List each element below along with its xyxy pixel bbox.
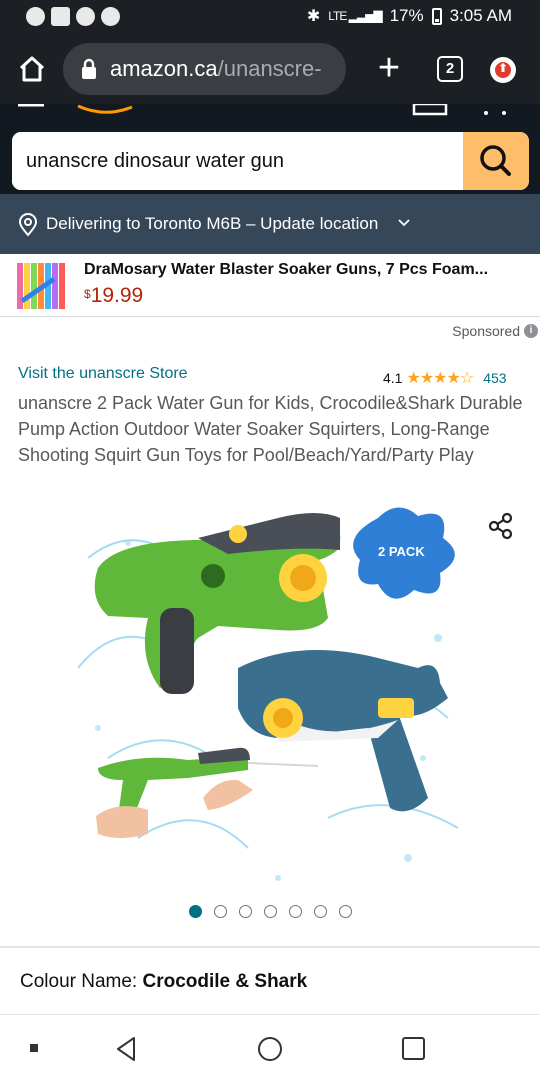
clock: 3:05 AM — [449, 6, 512, 25]
info-icon: i — [524, 324, 538, 338]
section-divider — [0, 1014, 540, 1015]
carousel-dot-4[interactable] — [264, 905, 277, 918]
recent-apps-icon[interactable] — [402, 1037, 425, 1060]
share-icon — [488, 512, 513, 540]
tab-switcher-button[interactable]: 2 — [437, 56, 463, 82]
rating-count: 453 — [483, 370, 507, 386]
header-peek-icons — [18, 104, 506, 116]
product-title: unanscre 2 Pack Water Gun for Kids, Croc… — [18, 393, 523, 465]
search-icon — [480, 145, 511, 176]
banner-product-price: $19.99 — [84, 284, 144, 307]
rating-value: 4.1 — [383, 370, 403, 386]
carousel-dot-2[interactable] — [214, 905, 227, 918]
url-text: amazon.ca/unanscre- — [110, 56, 322, 81]
android-nav-bar — [0, 1018, 540, 1080]
home-icon — [19, 56, 45, 82]
banner-product-thumbnail — [14, 257, 70, 313]
search-button[interactable] — [463, 132, 529, 190]
carousel-dot-7[interactable] — [339, 905, 352, 918]
chrome-update-button[interactable]: ⬆ — [490, 57, 516, 83]
nav-dot-icon — [30, 1044, 38, 1052]
carousel-dot-3[interactable] — [239, 905, 252, 918]
section-divider — [0, 946, 540, 948]
sponsored-label[interactable]: Sponsored i — [452, 323, 538, 339]
chevron-down-icon — [398, 219, 410, 227]
facebook-icon — [26, 7, 45, 26]
bluetooth-icon: ✱ — [306, 8, 321, 25]
carousel-dot-5[interactable] — [289, 905, 302, 918]
colour-value: Crocodile & Shark — [142, 971, 308, 992]
image-carousel-indicator — [189, 905, 352, 918]
two-pack-badge: 2 PACK — [378, 544, 425, 559]
banner-product-title: DraMosary Water Blaster Soaker Guns, 7 P… — [84, 261, 489, 278]
product-rating[interactable]: 4.1 ★★★★☆ 453 — [383, 368, 507, 388]
minus-circle-icon — [101, 7, 120, 26]
status-bar: ✱ LTE ▂▃▅▇ 17% 3:05 AM — [0, 0, 540, 34]
plus-icon: + — [377, 47, 401, 89]
notification-icons — [26, 7, 120, 26]
colour-label: Colour Name: — [20, 971, 138, 992]
visit-store-link[interactable]: Visit the unanscre Store — [18, 365, 188, 383]
carousel-dot-6[interactable] — [314, 905, 327, 918]
water-gun-illustration: 2 PACK — [77, 507, 459, 881]
delivery-location-bar[interactable]: Delivering to Toronto M6B – Update locat… — [0, 194, 540, 254]
star-rating-icon: ★★★★☆ — [406, 370, 474, 387]
lte-signal-icon: LTE ▂▃▅▇ — [328, 9, 382, 23]
product-image[interactable]: 2 PACK — [77, 498, 464, 882]
url-bar[interactable]: amazon.ca/unanscre- — [63, 43, 346, 95]
share-button[interactable] — [486, 511, 516, 541]
lock-icon — [82, 58, 96, 79]
delivery-text: Delivering to Toronto M6B – Update locat… — [46, 214, 379, 233]
gallery-icon — [51, 7, 70, 26]
carousel-dot-1[interactable] — [189, 905, 202, 918]
search-bar — [12, 132, 529, 190]
location-pin-icon — [18, 213, 38, 237]
phone-icon — [76, 7, 95, 26]
home-button[interactable] — [14, 51, 50, 87]
amazon-header — [0, 104, 540, 194]
browser-toolbar: amazon.ca/unanscre- + 2 ⬆ — [0, 34, 540, 104]
sponsored-product-banner[interactable]: DraMosary Water Blaster Soaker Guns, 7 P… — [0, 254, 540, 317]
search-input[interactable] — [12, 132, 462, 190]
battery-percent: 17% — [389, 6, 424, 25]
colour-variant-selector[interactable]: Colour Name: Crocodile & Shark — [20, 971, 307, 993]
back-icon[interactable] — [114, 1036, 138, 1062]
home-nav-icon[interactable] — [258, 1037, 282, 1061]
arrow-up-icon: ⬆ — [497, 61, 509, 75]
new-tab-button[interactable]: + — [372, 49, 406, 89]
battery-icon — [431, 7, 442, 25]
